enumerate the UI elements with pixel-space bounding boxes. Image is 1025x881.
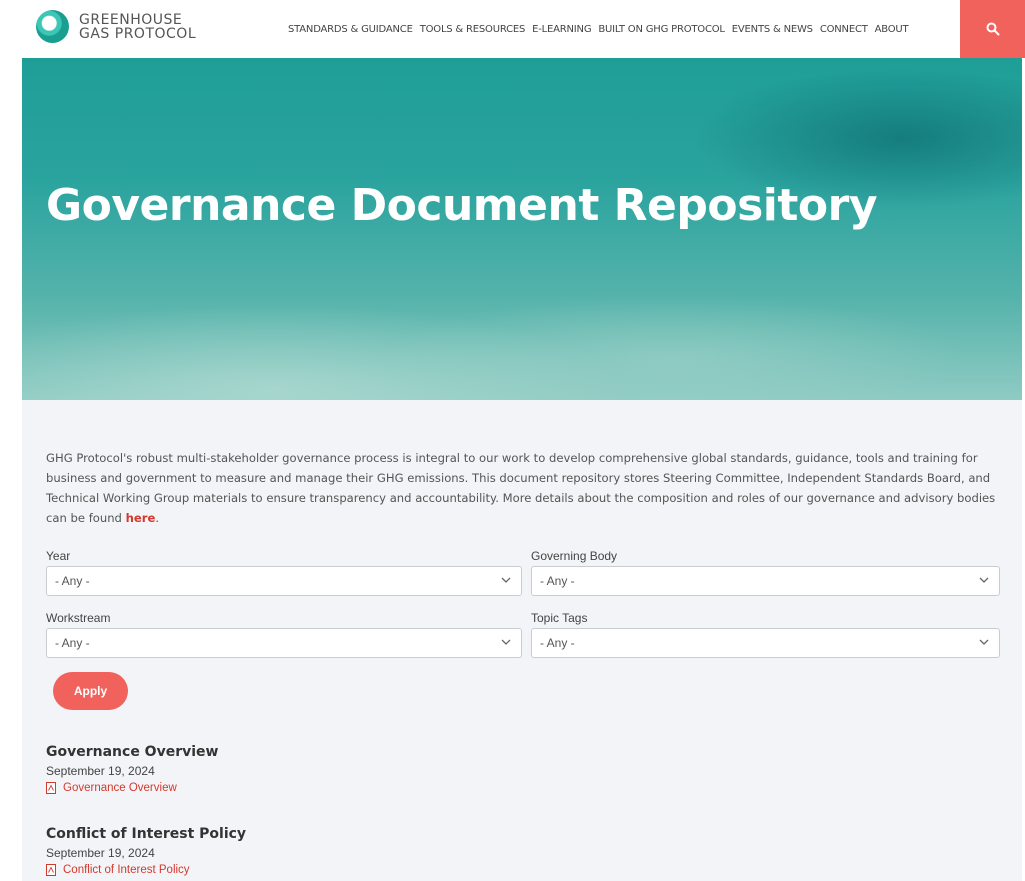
logo-text: GREENHOUSE GAS PROTOCOL: [79, 13, 196, 41]
document-link-text: Conflict of Interest Policy: [63, 864, 190, 876]
main-nav: STANDARDS & GUIDANCE TOOLS & RESOURCES E…: [288, 0, 915, 58]
intro-text: GHG Protocol's robust multi-stakeholder …: [46, 451, 996, 525]
document-link-text: Governance Overview: [63, 782, 177, 794]
nav-standards-guidance[interactable]: STANDARDS & GUIDANCE: [288, 24, 413, 35]
list-item: Governance Overview September 19, 2024 G…: [46, 744, 218, 794]
chevron-down-icon: [979, 577, 989, 583]
workstream-select-value: - Any -: [55, 636, 90, 650]
logo-line-1: GREENHOUSE: [79, 11, 183, 28]
nav-events-news[interactable]: EVENTS & NEWS: [732, 24, 813, 35]
year-label: Year: [46, 549, 71, 563]
topic-tags-select-value: - Any -: [540, 636, 575, 650]
governing-body-label: Governing Body: [531, 549, 618, 563]
governing-body-select-value: - Any -: [540, 574, 575, 588]
document-date: September 19, 2024: [46, 764, 155, 778]
intro-trailing: .: [155, 511, 159, 525]
logo-line-2: GAS PROTOCOL: [79, 25, 197, 42]
nav-built-on-ghg-protocol[interactable]: BUILT ON GHG PROTOCOL: [598, 24, 725, 35]
chevron-down-icon: [501, 577, 511, 583]
logo-mark-icon: [36, 10, 69, 43]
topic-tags-label: Topic Tags: [531, 611, 588, 625]
search-button[interactable]: [960, 0, 1025, 58]
nav-about[interactable]: ABOUT: [875, 24, 909, 35]
apply-button[interactable]: Apply: [53, 672, 128, 710]
document-link[interactable]: Governance Overview: [46, 782, 218, 794]
site-logo[interactable]: GREENHOUSE GAS PROTOCOL: [36, 10, 196, 43]
chevron-down-icon: [979, 639, 989, 645]
document-title: Conflict of Interest Policy: [46, 826, 247, 842]
chevron-down-icon: [501, 639, 511, 645]
topic-tags-select[interactable]: - Any -: [531, 628, 1000, 658]
page-title: Governance Document Repository: [46, 180, 878, 231]
workstream-label: Workstream: [46, 611, 111, 625]
intro-here-link[interactable]: here: [126, 511, 156, 525]
search-icon: [986, 22, 999, 36]
document-title: Governance Overview: [46, 744, 219, 760]
list-item: Conflict of Interest Policy September 19…: [46, 826, 246, 876]
pdf-file-icon: [46, 782, 56, 794]
nav-e-learning[interactable]: E-LEARNING: [532, 24, 591, 35]
nav-tools-resources[interactable]: TOOLS & RESOURCES: [420, 24, 526, 35]
site-header: GREENHOUSE GAS PROTOCOL STANDARDS & GUID…: [0, 0, 1025, 58]
year-select[interactable]: - Any -: [46, 566, 522, 596]
governing-body-select[interactable]: - Any -: [531, 566, 1000, 596]
nav-connect[interactable]: CONNECT: [820, 24, 868, 35]
content-area: GHG Protocol's robust multi-stakeholder …: [22, 400, 1022, 881]
document-date: September 19, 2024: [46, 846, 155, 860]
workstream-select[interactable]: - Any -: [46, 628, 522, 658]
intro-paragraph: GHG Protocol's robust multi-stakeholder …: [46, 448, 1006, 528]
pdf-file-icon: [46, 864, 56, 876]
year-select-value: - Any -: [55, 574, 90, 588]
document-link[interactable]: Conflict of Interest Policy: [46, 864, 246, 876]
hero-banner: Governance Document Repository: [22, 58, 1022, 400]
